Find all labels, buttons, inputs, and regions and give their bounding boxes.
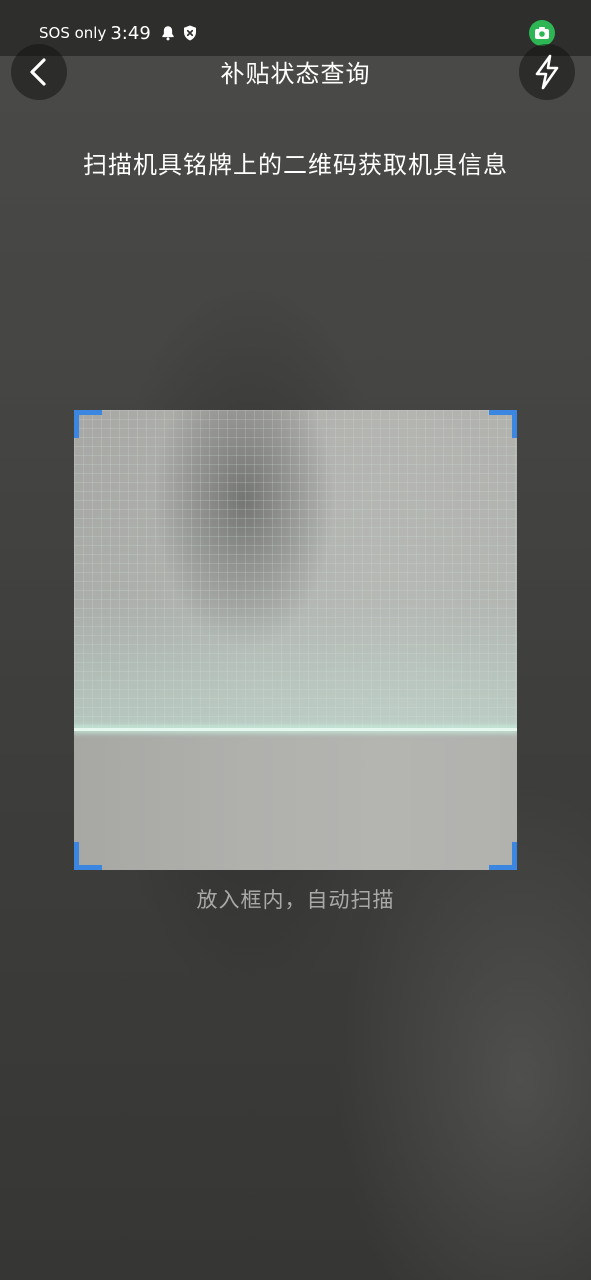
scan-corner-top-left — [74, 410, 102, 438]
status-clock: 3:49 — [110, 22, 151, 44]
scan-corner-top-right — [489, 410, 517, 438]
camera-indicator-icon — [529, 20, 555, 46]
flash-icon — [535, 54, 559, 90]
status-bar: SOS only 3:49 — [0, 0, 591, 56]
bell-icon — [162, 26, 174, 41]
network-status-text: SOS only — [39, 24, 107, 42]
scan-line — [74, 728, 517, 731]
scan-viewfinder[interactable] — [74, 410, 517, 870]
shield-icon — [183, 25, 196, 41]
scan-hint: 放入框内，自动扫描 — [196, 888, 395, 912]
scan-corner-bottom-right — [489, 842, 517, 870]
page-title: 补贴状态查询 — [220, 60, 371, 88]
scan-instruction: 扫描机具铭牌上的二维码获取机具信息 — [83, 151, 508, 179]
flash-toggle-button[interactable] — [519, 44, 575, 100]
scan-corner-bottom-left — [74, 842, 102, 870]
scan-grid-overlay — [74, 410, 517, 730]
status-left: SOS only 3:49 — [39, 20, 199, 46]
